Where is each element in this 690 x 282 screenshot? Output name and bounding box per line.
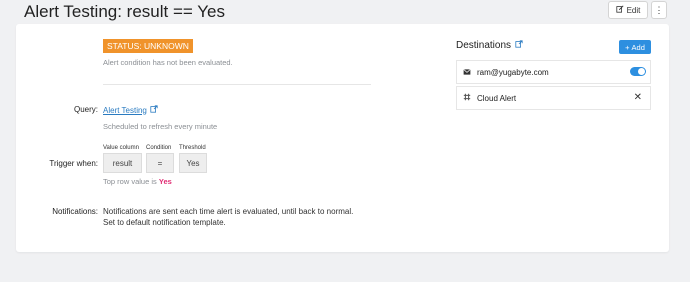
add-button-label: Add	[631, 42, 645, 52]
value-column-label: Value column	[103, 145, 139, 151]
external-link-icon[interactable]	[515, 40, 523, 51]
remove-destination-icon[interactable]: ✕	[634, 92, 642, 103]
query-schedule: Scheduled to refresh every minute	[103, 122, 218, 131]
notifications-line1: Notifications are sent each time alert i…	[103, 207, 354, 216]
notifications-label: Notifications:	[52, 207, 98, 216]
edit-icon	[615, 5, 624, 15]
divider	[103, 84, 371, 85]
destination-item-slack: Cloud Alert ✕	[456, 86, 651, 110]
query-link[interactable]: Alert Testing	[103, 105, 158, 115]
destination-label: Cloud Alert	[477, 93, 517, 103]
top-row-note: Top row value is Yes	[103, 177, 172, 186]
destinations-title-text: Destinations	[456, 40, 512, 51]
envelope-icon	[457, 68, 477, 77]
external-link-icon	[150, 105, 158, 115]
status-badge: STATUS: UNKNOWN	[103, 39, 193, 53]
condition-field: =	[146, 153, 174, 173]
top-row-prefix: Top row value is	[103, 177, 157, 186]
destination-item-email: ram@yugabyte.com	[456, 60, 651, 84]
destinations-title: Destinations	[456, 40, 523, 51]
more-options-button[interactable]: ⋮	[651, 1, 667, 19]
kebab-menu-icon: ⋮	[654, 4, 664, 15]
threshold-field: Yes	[179, 153, 207, 173]
threshold-label: Threshold	[179, 145, 206, 151]
destination-label: ram@yugabyte.com	[477, 67, 549, 77]
destination-toggle[interactable]	[630, 67, 646, 76]
status-note: Alert condition has not been evaluated.	[103, 58, 233, 67]
query-label: Query:	[73, 105, 98, 114]
top-row-value: Yes	[158, 177, 172, 186]
edit-button-label: Edit	[626, 5, 641, 15]
notifications-line2: Set to default notification template.	[103, 218, 226, 227]
add-destination-button[interactable]: + Add	[619, 40, 651, 54]
condition-label: Condition	[146, 145, 172, 151]
page-title: Alert Testing: result == Yes	[24, 2, 225, 21]
value-column-field: result	[103, 153, 142, 173]
plus-icon: +	[625, 42, 630, 52]
query-link-text: Alert Testing	[103, 105, 147, 115]
edit-button[interactable]: Edit	[608, 1, 648, 19]
slack-icon	[457, 93, 477, 103]
trigger-label: Trigger when:	[49, 159, 98, 168]
